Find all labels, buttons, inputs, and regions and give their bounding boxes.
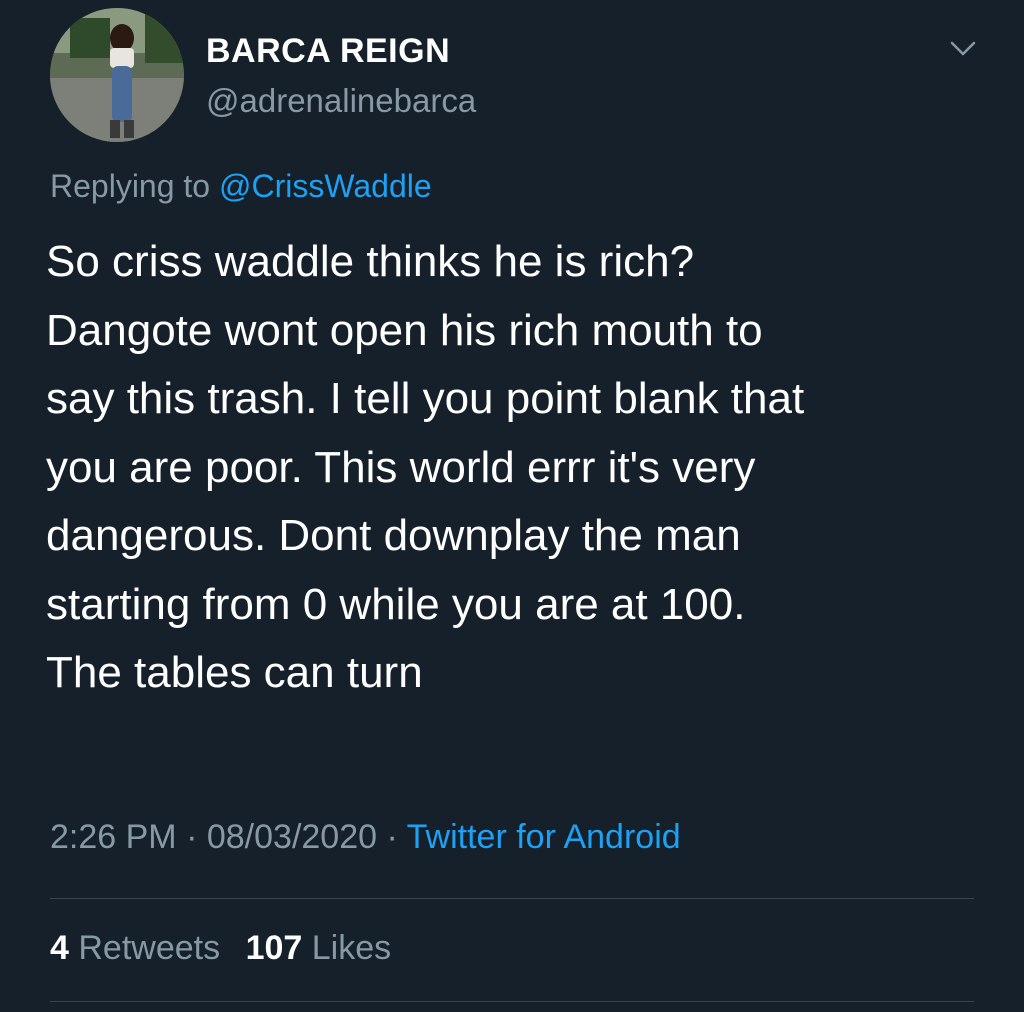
reply-mention-link[interactable]: @CrissWaddle bbox=[219, 168, 432, 204]
likes-stat[interactable]: 107 Likes bbox=[246, 929, 392, 967]
tweet-detail: BARCA REIGN @adrenalinebarca Replying to… bbox=[0, 0, 1024, 1012]
tweet-text-line: dangerous. Dont downplay the man bbox=[46, 511, 741, 560]
likes-count: 107 bbox=[245, 929, 303, 967]
tweet-text-line: The tables can turn bbox=[46, 648, 423, 697]
tweet-text-line: Dangote wont open his rich mouth to bbox=[46, 305, 763, 355]
divider bbox=[50, 1001, 974, 1002]
meta-separator: · bbox=[386, 818, 398, 856]
tweet-meta: 2:26 PM · 08/03/2020 · Twitter for Andro… bbox=[50, 818, 681, 857]
tweet-text-line: starting from 0 while you are at 100. bbox=[46, 579, 746, 629]
tweet-date[interactable]: 08/03/2020 bbox=[207, 818, 377, 856]
divider bbox=[50, 898, 974, 899]
replying-to: Replying to @CrissWaddle bbox=[50, 168, 432, 205]
tweet-text-line: So criss waddle thinks he is rich? bbox=[46, 237, 695, 286]
chevron-down-icon[interactable] bbox=[948, 36, 978, 60]
tweet-text-line: say this trash. I tell you point blank t… bbox=[46, 374, 805, 423]
likes-label: Likes bbox=[311, 929, 392, 967]
tweet-text: So criss waddle thinks he is rich? Dango… bbox=[46, 228, 996, 708]
retweets-label: Retweets bbox=[78, 929, 221, 967]
retweets-count: 4 bbox=[50, 929, 69, 967]
replying-to-label: Replying to bbox=[50, 168, 211, 204]
user-handle[interactable]: @adrenalinebarca bbox=[206, 82, 476, 120]
avatar[interactable] bbox=[50, 8, 184, 142]
tweet-time[interactable]: 2:26 PM bbox=[50, 818, 177, 856]
meta-separator: · bbox=[186, 818, 198, 856]
tweet-source-link[interactable]: Twitter for Android bbox=[407, 818, 681, 856]
display-name[interactable]: BARCA REIGN bbox=[206, 32, 450, 71]
retweets-stat[interactable]: 4 Retweets bbox=[50, 929, 230, 967]
tweet-stats: 4 Retweets 107 Likes bbox=[50, 929, 407, 968]
tweet-text-line: you are poor. This world errr it's very bbox=[46, 442, 756, 492]
